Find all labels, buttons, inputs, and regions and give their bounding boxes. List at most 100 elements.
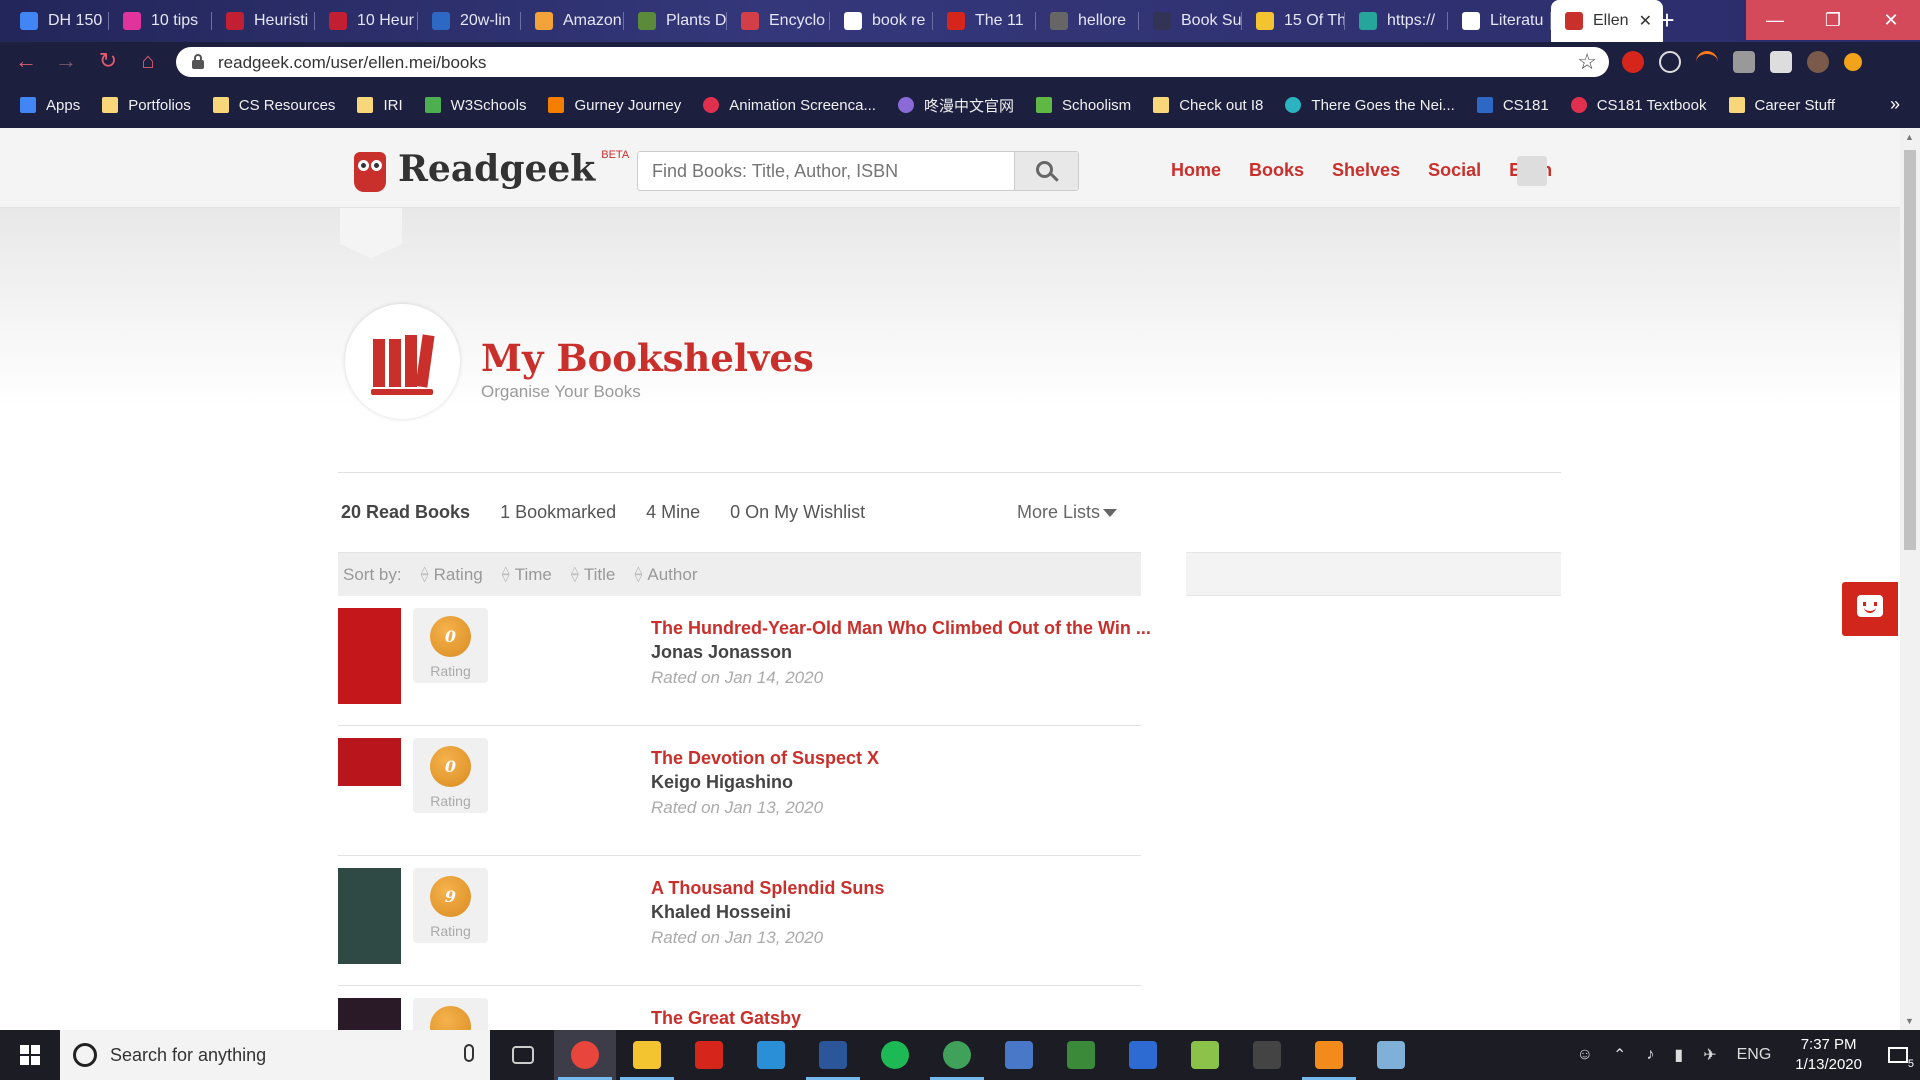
taskbar-app[interactable] <box>1360 1030 1422 1080</box>
book-author[interactable]: Jonas Jonasson <box>651 642 792 663</box>
browser-tab[interactable]: Literatu <box>1448 0 1551 42</box>
sort-option-title[interactable]: △ ▽ Title <box>570 565 615 585</box>
close-window-button[interactable]: ✕ <box>1862 0 1920 40</box>
rainbow-extension-icon[interactable] <box>1696 51 1718 73</box>
battery-icon[interactable]: ▮ <box>1674 1045 1683 1065</box>
more-lists-dropdown[interactable]: More Lists <box>1017 502 1118 523</box>
people-icon[interactable]: ☺ <box>1577 1046 1593 1064</box>
action-center-button[interactable]: 5 <box>1876 1030 1920 1080</box>
taskbar-app[interactable] <box>864 1030 926 1080</box>
bookmark-item[interactable]: Apps <box>20 97 80 114</box>
book-title[interactable]: The Hundred-Year-Old Man Who Climbed Out… <box>651 618 1151 639</box>
taskbar-app[interactable] <box>926 1030 988 1080</box>
bookmark-item[interactable]: 咚漫中文官网 <box>897 95 1014 116</box>
show-hidden-icons-icon[interactable]: ⌃ <box>1613 1045 1626 1065</box>
browser-tab[interactable]: book re <box>830 0 933 42</box>
browser-tab[interactable]: Book Su <box>1139 0 1242 42</box>
browser-tab[interactable]: Heuristi <box>212 0 315 42</box>
back-button[interactable]: ← <box>14 50 38 74</box>
book-author[interactable]: Khaled Hosseini <box>651 902 791 923</box>
browser-tab[interactable]: Ellen ✕ <box>1551 0 1663 42</box>
clock[interactable]: 7:37 PM 1/13/2020 <box>1795 1035 1862 1075</box>
sort-option-time[interactable]: △ ▽ Time <box>501 565 552 585</box>
nav-link-shelves[interactable]: Shelves <box>1332 160 1400 181</box>
close-tab-icon[interactable]: ✕ <box>1639 11 1652 31</box>
network-icon[interactable]: ✈ <box>1703 1045 1716 1065</box>
sort-option-rating[interactable]: △ ▽ Rating <box>420 565 483 585</box>
book-cover[interactable] <box>338 738 401 786</box>
browser-tab[interactable]: The 11 <box>933 0 1036 42</box>
book-title[interactable]: The Great Gatsby <box>651 1008 801 1029</box>
scrollbar-thumb[interactable] <box>1904 150 1916 550</box>
bookmark-item[interactable]: CS181 Textbook <box>1570 97 1707 114</box>
book-title[interactable]: A Thousand Splendid Suns <box>651 878 884 899</box>
rating-widget[interactable]: 9 Rating <box>413 868 488 943</box>
browser-tab[interactable]: 15 Of Th <box>1242 0 1345 42</box>
update-icon[interactable] <box>1844 53 1862 71</box>
taskbar-app[interactable] <box>1112 1030 1174 1080</box>
taskbar-app[interactable] <box>1050 1030 1112 1080</box>
nav-link-home[interactable]: Home <box>1171 160 1221 181</box>
taskbar-app[interactable] <box>554 1030 616 1080</box>
minimize-button[interactable]: — <box>1746 0 1804 40</box>
bookmark-item[interactable]: Portfolios <box>102 97 191 114</box>
browser-tab[interactable]: 10 Heur <box>315 0 418 42</box>
book-cover[interactable] <box>338 608 401 704</box>
rating-widget[interactable] <box>413 998 488 1030</box>
bookmark-item[interactable]: CS181 <box>1476 97 1549 114</box>
bookmark-star-icon[interactable]: ☆ <box>1577 49 1597 75</box>
browser-tab[interactable]: Encyclo <box>727 0 830 42</box>
taskbar-app[interactable] <box>492 1030 554 1080</box>
browser-tab[interactable]: Plants D <box>624 0 727 42</box>
bookmark-item[interactable]: Schoolism <box>1035 97 1131 114</box>
feedback-button[interactable] <box>1842 582 1898 636</box>
list-tab[interactable]: 0 On My Wishlist <box>730 502 865 523</box>
list-tab[interactable]: 4 Mine <box>646 502 700 523</box>
bookmark-item[interactable]: Check out I8 <box>1153 97 1263 114</box>
taskbar-app[interactable] <box>988 1030 1050 1080</box>
reload-button[interactable]: ↻ <box>96 50 120 74</box>
bookmark-item[interactable]: Career Stuff <box>1728 97 1835 114</box>
browser-tab[interactable]: https:// <box>1345 0 1448 42</box>
browser-tab[interactable]: 10 tips <box>109 0 212 42</box>
profile-avatar-icon[interactable] <box>1807 51 1829 73</box>
readgeek-logo[interactable]: Readgeek BETA <box>354 146 629 192</box>
microphone-icon[interactable] <box>464 1044 474 1062</box>
taskbar-app[interactable] <box>802 1030 864 1080</box>
lock-icon[interactable] <box>192 54 204 69</box>
browser-tab[interactable]: Amazon <box>521 0 624 42</box>
list-tab[interactable]: 1 Bookmarked <box>500 502 616 523</box>
list-tab[interactable]: 20 Read Books <box>341 502 470 523</box>
adblock-extension-icon[interactable] <box>1622 51 1644 73</box>
browser-tab[interactable]: hellore <box>1036 0 1139 42</box>
new-tab-button[interactable]: + <box>1652 7 1682 34</box>
more-bookmarks-icon[interactable]: » <box>1890 94 1900 115</box>
book-title[interactable]: The Devotion of Suspect X <box>651 748 879 769</box>
taskbar-app[interactable] <box>1174 1030 1236 1080</box>
taskbar-app[interactable] <box>740 1030 802 1080</box>
sort-option-author[interactable]: △ ▽ Author <box>633 565 698 585</box>
react-extension-icon[interactable] <box>1659 51 1681 73</box>
taskbar-app[interactable] <box>1236 1030 1298 1080</box>
search-button[interactable] <box>1014 152 1078 190</box>
vertical-scrollbar[interactable]: ▲ ▼ <box>1900 128 1920 1030</box>
taskbar-app[interactable] <box>616 1030 678 1080</box>
bookmark-item[interactable]: CS Resources <box>212 97 335 114</box>
home-button[interactable]: ⌂ <box>136 50 160 74</box>
scroll-up-arrow-icon[interactable]: ▲ <box>1905 132 1914 142</box>
bookmark-item[interactable]: Animation Screenca... <box>703 97 876 114</box>
start-button[interactable] <box>0 1030 60 1080</box>
rating-widget[interactable]: 0 Rating <box>413 738 488 813</box>
rating-widget[interactable]: 0 Rating <box>413 608 488 683</box>
taskbar-app[interactable] <box>1298 1030 1360 1080</box>
page-extension-icon[interactable] <box>1770 51 1792 73</box>
user-menu-avatar[interactable] <box>1517 156 1547 186</box>
search-input[interactable] <box>638 152 1060 190</box>
book-cover[interactable] <box>338 998 401 1030</box>
book-cover[interactable] <box>338 868 401 964</box>
bookmark-item[interactable]: IRI <box>357 97 403 114</box>
bookmark-item[interactable]: W3Schools <box>424 97 526 114</box>
nav-link-books[interactable]: Books <box>1249 160 1304 181</box>
browser-tab[interactable]: 20w-lin <box>418 0 521 42</box>
volume-muted-icon[interactable]: ♪ <box>1646 1046 1654 1064</box>
